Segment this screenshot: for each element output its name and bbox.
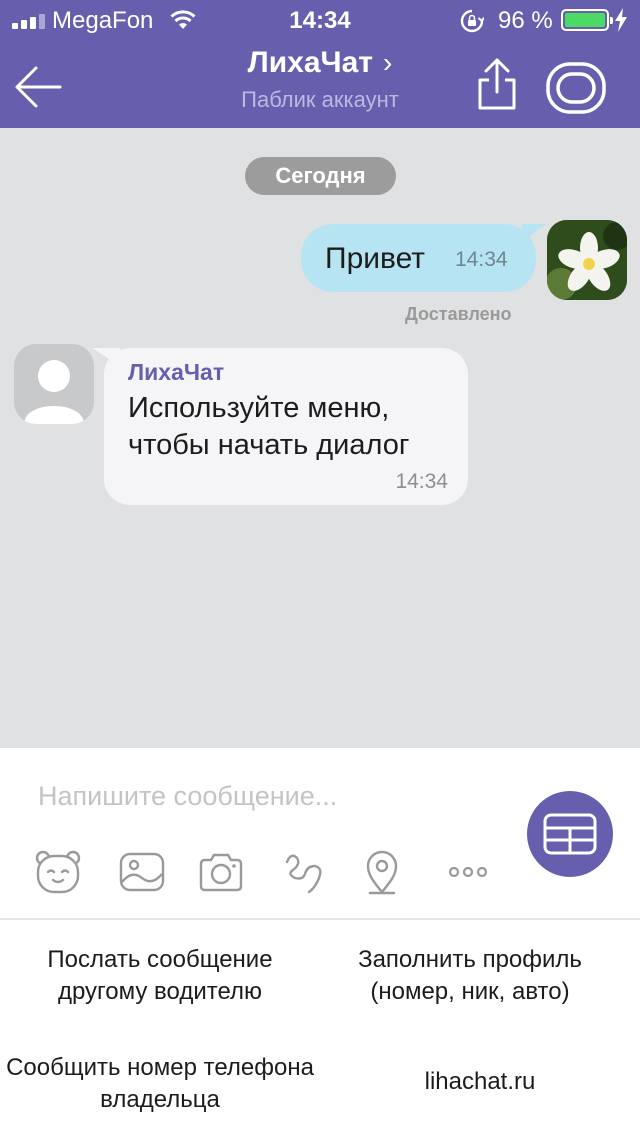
message-sender: ЛихаЧат bbox=[128, 359, 225, 385]
chat-area[interactable]: Сегодня Привет 14:34 Доставлено ЛихаЧат bbox=[0, 128, 640, 748]
chevron-right-icon: › bbox=[383, 47, 393, 78]
user-placeholder-icon bbox=[24, 360, 84, 424]
message-text: Используйте меню, чтобы начать диалог bbox=[128, 392, 410, 461]
keyboard-grid-icon bbox=[543, 813, 597, 855]
message-input[interactable] bbox=[38, 778, 498, 814]
outgoing-message[interactable]: Привет 14:34 bbox=[301, 224, 546, 292]
more-icon[interactable] bbox=[444, 848, 492, 896]
bot-avatar[interactable] bbox=[14, 344, 94, 424]
gallery-icon[interactable] bbox=[118, 848, 166, 896]
bot-button-website[interactable]: lihachat.ru bbox=[320, 1066, 640, 1098]
bot-keyboard: Послать сообщение другому водителю Запол… bbox=[0, 920, 640, 1136]
delivery-status: Доставлено bbox=[405, 304, 512, 324]
camera-icon[interactable] bbox=[197, 848, 245, 896]
bot-button-send-message[interactable]: Послать сообщение другому водителю bbox=[0, 944, 320, 1008]
message-text: Привет bbox=[325, 242, 426, 275]
message-time: 14:34 bbox=[395, 470, 448, 493]
bot-button-fill-profile[interactable]: Заполнить профиль (номер, ник, авто) bbox=[320, 944, 620, 1008]
charging-bolt-icon bbox=[615, 8, 627, 32]
message-time: 14:34 bbox=[455, 248, 508, 271]
battery-percent: 96 % bbox=[498, 7, 553, 34]
my-avatar[interactable] bbox=[547, 220, 627, 300]
rotation-lock-icon bbox=[460, 9, 484, 33]
incoming-message[interactable]: ЛихаЧат Используйте меню, чтобы начать д… bbox=[92, 348, 468, 505]
bot-button-report-phone[interactable]: Сообщить номер телефона владельца bbox=[0, 1052, 320, 1116]
doodle-icon[interactable] bbox=[281, 848, 329, 896]
composer-toolbar bbox=[0, 848, 520, 898]
sticker-icon[interactable] bbox=[34, 848, 82, 896]
location-icon[interactable] bbox=[358, 848, 406, 896]
share-icon[interactable] bbox=[472, 56, 522, 112]
back-arrow-icon[interactable] bbox=[14, 64, 62, 110]
message-composer bbox=[0, 748, 640, 918]
bot-keyboard-toggle-button[interactable] bbox=[527, 791, 613, 877]
status-bar: MegaFon 14:34 96 % bbox=[0, 0, 640, 40]
public-account-icon[interactable] bbox=[546, 62, 606, 114]
chat-title[interactable]: ЛихаЧат › bbox=[180, 46, 460, 80]
date-divider: Сегодня bbox=[245, 157, 396, 195]
flower-icon bbox=[547, 220, 627, 300]
app-header: MegaFon 14:34 96 % ЛихаЧат › Паблик аккау… bbox=[0, 0, 640, 128]
battery-icon bbox=[561, 9, 613, 31]
chat-title-text: ЛихаЧат bbox=[247, 46, 373, 79]
chat-subtitle: Паблик аккаунт bbox=[241, 87, 399, 112]
